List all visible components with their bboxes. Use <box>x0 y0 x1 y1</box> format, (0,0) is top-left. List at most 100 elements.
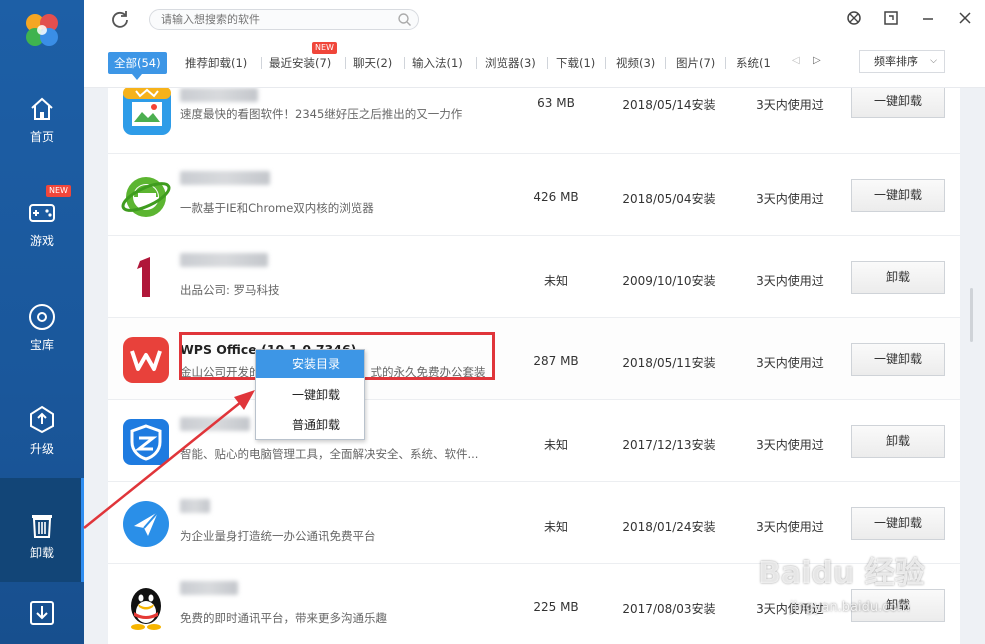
sidebar-item-label: 首页 <box>29 130 54 144</box>
new-badge: NEW <box>46 185 71 197</box>
table-row[interactable]: 一款基于IE和Chrome双内核的浏览器 426 MB 2018/05/04安装… <box>108 154 960 236</box>
tab-video[interactable]: 视频(3) <box>616 52 655 74</box>
tab-download[interactable]: 下载(1) <box>556 52 595 74</box>
sidebar-item-games[interactable]: NEW 游戏 <box>0 185 84 302</box>
redacted-name <box>180 170 270 185</box>
last-used: 3天内使用过 <box>756 520 824 534</box>
app-size: 未知 <box>543 274 568 288</box>
tab-recommend[interactable]: 推荐卸载(1) <box>185 52 247 74</box>
tab-divider <box>404 57 405 69</box>
disc-icon <box>29 304 55 330</box>
uninstall-button[interactable]: 一键卸载 <box>851 88 945 118</box>
tab-divider <box>665 57 666 69</box>
tab-divider <box>605 57 606 69</box>
menu-item-one-click-uninstall[interactable]: 一键卸载 <box>256 381 364 409</box>
app-name <box>180 497 210 513</box>
tab-system[interactable]: 系统(1 <box>736 52 774 74</box>
sidebar-item-download[interactable] <box>0 598 84 644</box>
last-used: 3天内使用过 <box>756 98 824 112</box>
browser-app-icon <box>121 177 171 217</box>
install-date: 2017/08/03安装 <box>622 602 716 616</box>
sidebar-item-label: 卸载 <box>29 546 54 560</box>
skin-icon[interactable] <box>883 10 899 26</box>
table-row[interactable]: 速度最快的看图软件！2345继好压之后推出的又一力作 63 MB 2018/05… <box>108 88 960 154</box>
uninstall-button[interactable]: 卸载 <box>851 425 945 458</box>
menu-item-install-dir[interactable]: 安装目录 <box>256 350 364 378</box>
sidebar-item-label: 升级 <box>29 442 54 456</box>
tab-input-method[interactable]: 输入法(1) <box>412 52 463 74</box>
app-name <box>180 88 258 102</box>
app-description: 免费的即时通讯平台，带来更多沟通乐趣 <box>180 611 387 625</box>
tab-browser[interactable]: 浏览器(3) <box>485 52 536 74</box>
install-date: 2009/10/10安装 <box>622 274 716 288</box>
app-size: 426 MB <box>533 190 579 204</box>
last-used: 3天内使用过 <box>756 356 824 370</box>
last-used: 3天内使用过 <box>756 192 824 206</box>
watermark-url: jingyan.baidu.com <box>790 600 910 615</box>
image-viewer-app-icon <box>123 88 171 135</box>
tab-recent[interactable]: 最近安装(7) <box>269 52 331 74</box>
new-badge: NEW <box>312 42 337 54</box>
tab-divider <box>547 57 548 69</box>
download-icon <box>30 601 54 625</box>
tab-chat[interactable]: 聊天(2) <box>353 52 392 74</box>
uninstall-button[interactable]: 一键卸载 <box>851 179 945 212</box>
install-date: 2018/05/04安装 <box>622 192 716 206</box>
sidebar-item-treasure[interactable]: 宝库 <box>0 302 84 406</box>
app-description: 一款基于IE和Chrome双内核的浏览器 <box>180 201 374 215</box>
tab-scroll-left-icon[interactable]: ◁ <box>792 55 800 66</box>
app-size: 63 MB <box>537 96 575 110</box>
tab-scroll-right-icon[interactable]: ▷ <box>813 55 821 66</box>
search-input[interactable] <box>161 10 393 29</box>
chevron-down-icon: ⌵ <box>930 56 937 66</box>
redacted-name <box>180 416 250 431</box>
last-used: 3天内使用过 <box>756 438 824 452</box>
sidebar-item-home[interactable]: 首页 <box>0 94 84 198</box>
redacted-name <box>180 88 258 102</box>
tab-all[interactable]: 全部(54) <box>108 52 167 80</box>
messenger-app-icon <box>123 501 169 547</box>
sort-label: 频率排序 <box>874 55 918 68</box>
search-icon[interactable] <box>397 12 412 27</box>
uninstall-button[interactable]: 卸载 <box>851 261 945 294</box>
settings-icon[interactable] <box>846 10 862 26</box>
app-name <box>180 169 270 185</box>
install-date: 2018/05/11安装 <box>622 356 716 370</box>
table-row[interactable]: 智能、贴心的电脑管理工具，全面解决安全、系统、软件... 未知 2017/12/… <box>108 400 960 482</box>
tab-divider <box>261 57 262 69</box>
gamepad-icon <box>29 204 55 222</box>
watermark-logo: Baidu 经验 <box>758 556 925 591</box>
top-bar <box>84 0 985 40</box>
uninstall-button[interactable]: 一键卸载 <box>851 343 945 376</box>
number-one-app-icon <box>137 257 150 297</box>
menu-item-normal-uninstall[interactable]: 普通卸载 <box>256 411 364 439</box>
tab-divider <box>725 57 726 69</box>
upgrade-icon <box>30 405 54 434</box>
search-box <box>149 9 419 30</box>
app-size: 未知 <box>543 520 568 534</box>
minimize-icon[interactable] <box>920 10 936 26</box>
app-name <box>180 251 268 267</box>
redacted-name <box>180 580 238 595</box>
sort-dropdown[interactable]: 频率排序 ⌵ <box>859 50 945 73</box>
app-description: 出品公司: 罗马科技 <box>180 283 280 297</box>
app-size: 287 MB <box>533 354 579 368</box>
close-icon[interactable] <box>957 10 973 26</box>
wps-app-icon <box>123 337 169 383</box>
sidebar: 首页 NEW 游戏 宝库 升级 卸载 <box>0 0 84 644</box>
app-name <box>180 579 238 595</box>
sidebar-item-uninstall[interactable]: 卸载 <box>0 478 84 582</box>
refresh-icon[interactable] <box>110 9 130 29</box>
app-logo-icon <box>26 14 58 46</box>
tab-image[interactable]: 图片(7) <box>676 52 715 74</box>
table-row[interactable]: 出品公司: 罗马科技 未知 2009/10/10安装 3天内使用过 卸载 <box>108 236 960 318</box>
context-menu: 安装目录 一键卸载 普通卸载 <box>255 349 365 440</box>
app-size: 225 MB <box>533 600 579 614</box>
uninstall-button[interactable]: 一键卸载 <box>851 507 945 540</box>
app-size: 未知 <box>543 438 568 452</box>
install-date: 2018/05/14安装 <box>622 98 716 112</box>
app-name <box>180 415 250 431</box>
category-tabs: 全部(54) 推荐卸载(1) 最近安装(7) NEW 聊天(2) 输入法(1) … <box>84 40 985 88</box>
list-scrollbar[interactable] <box>970 288 973 342</box>
app-description: 智能、贴心的电脑管理工具，全面解决安全、系统、软件... <box>180 447 479 461</box>
